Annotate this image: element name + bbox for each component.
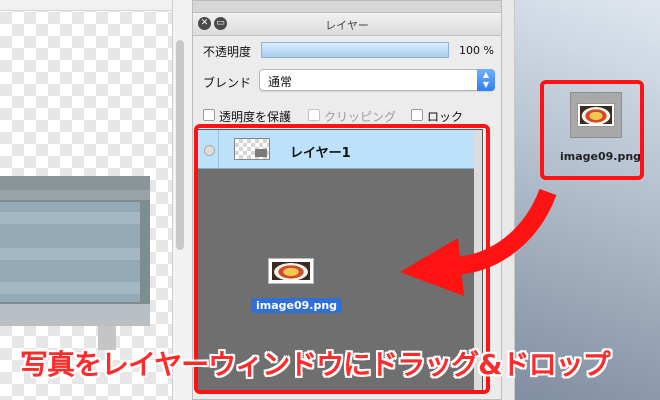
- highlight-box-file: [540, 80, 644, 180]
- canvas-area[interactable]: [0, 0, 172, 400]
- chevron-updown-icon: ▲ ▼: [477, 69, 495, 91]
- instruction-caption: 写真をレイヤーウィンドウにドラッグ&ドロップ: [20, 348, 611, 381]
- opacity-label: 不透明度: [203, 45, 252, 59]
- canvas-scrollbar[interactable]: [176, 40, 184, 250]
- opacity-slider[interactable]: [261, 42, 449, 58]
- blend-select[interactable]: 通常 ▲ ▼: [259, 69, 495, 91]
- clipping-checkbox[interactable]: [308, 109, 320, 121]
- panel-titlebar[interactable]: ✕ ▭ レイヤー: [193, 13, 501, 36]
- blend-label: ブレンド: [203, 76, 252, 90]
- canvas-top-bar: [0, 0, 172, 11]
- panel-title: レイヤー: [325, 19, 369, 32]
- blend-value: 通常: [268, 75, 293, 89]
- drag-arrow-icon: [400, 188, 557, 296]
- window-top-strip: [192, 0, 502, 12]
- preserve-transparency-checkbox[interactable]: [203, 109, 215, 121]
- lock-label: ロック: [427, 110, 464, 124]
- lock-checkbox[interactable]: [411, 109, 423, 121]
- opacity-value: 100 %: [459, 44, 494, 57]
- canvas-pixelated-image: [0, 176, 150, 350]
- clipping-label: クリッピング: [324, 110, 397, 124]
- preserve-transparency-label: 透明度を保護: [219, 110, 292, 124]
